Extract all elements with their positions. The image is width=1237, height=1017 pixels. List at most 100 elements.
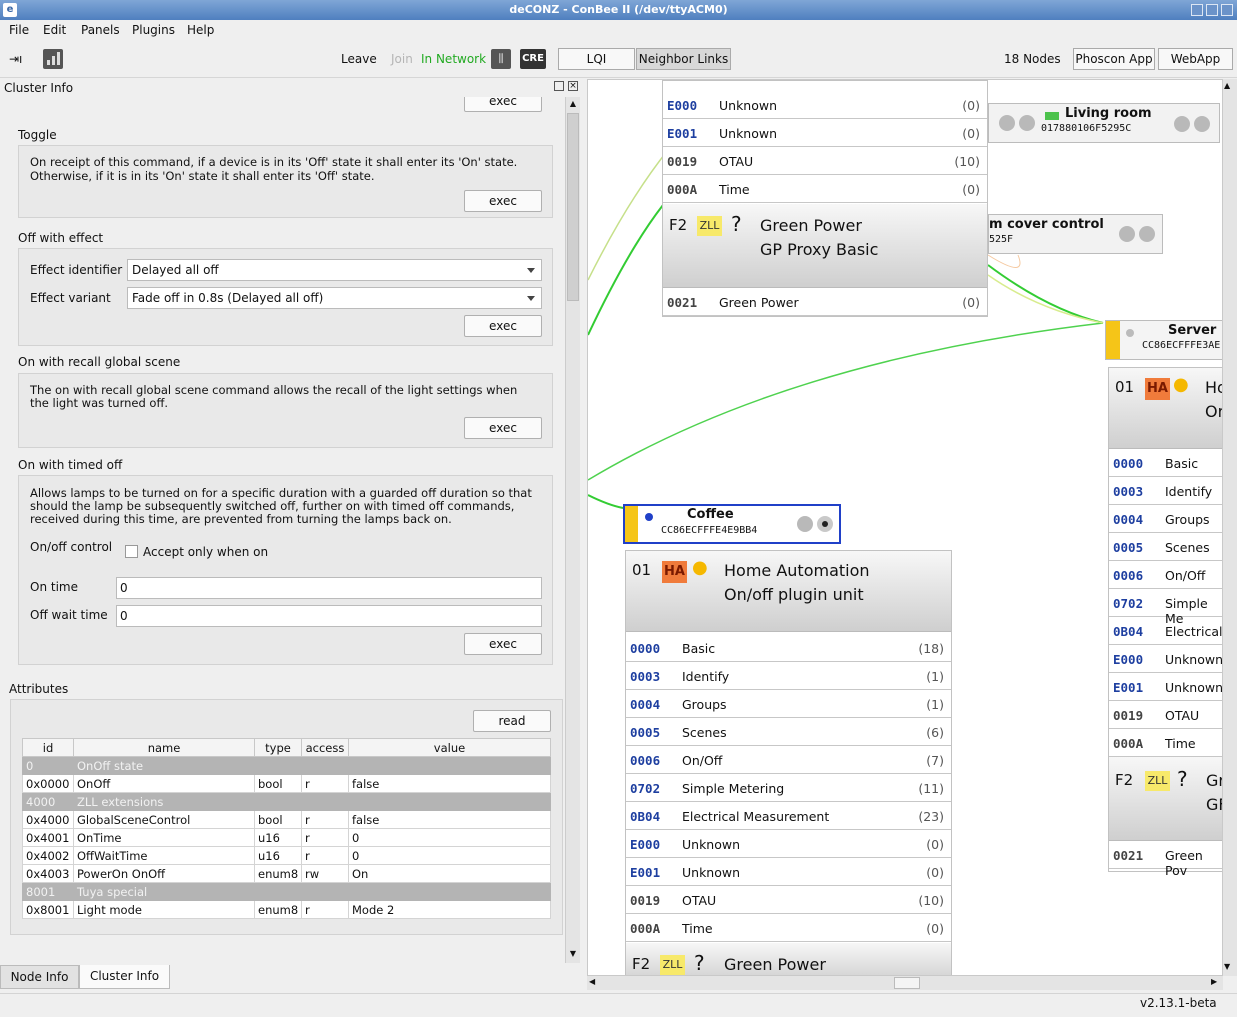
cluster-row[interactable]: E000 Unknown (0) [663,91,987,119]
panel-close-icon[interactable]: × [568,81,578,91]
menu-edit[interactable]: Edit [43,23,66,37]
cluster-row[interactable]: 0005 Scenes (6) [626,718,951,746]
coffee-gp-header[interactable]: F2 ZLL ? Green Power [626,943,951,975]
cluster-row[interactable]: 0003 Identify (1) [626,662,951,690]
table-group-row[interactable]: 4000 ZLL extensions [22,792,551,811]
cluster-row[interactable]: 0702 Simple Me [1109,589,1222,626]
scroll-right-icon[interactable]: ▶ [1211,977,1217,986]
cluster-row[interactable]: 0021 Green Pov [1109,841,1222,878]
neighbor-links-button[interactable]: Neighbor Links [636,48,731,70]
cluster-row[interactable]: 0006 On/Off [1109,561,1222,589]
node-cover-control[interactable]: m cover control 525F [988,214,1163,254]
sliders-icon[interactable]: ⫼ [491,49,511,69]
table-row[interactable]: 0x8001 Light mode enum8 r Mode 2 [22,900,551,919]
node-living-room[interactable]: Living room 017880106F5295C [988,103,1220,143]
cluster-row[interactable]: 0021 Green Power (0) [663,288,987,316]
lqi-button[interactable]: LQI [558,48,635,70]
col-name[interactable]: name [73,738,255,757]
menu-help[interactable]: Help [187,23,214,37]
cluster-row[interactable]: 0004 Groups [1109,505,1222,533]
table-row[interactable]: 0x4003 PowerOn OnOff enum8 rw On [22,864,551,883]
cluster-row[interactable]: E001 Unknown (0) [626,858,951,886]
table-group-row[interactable]: 8001 Tuya special [22,882,551,901]
cre-button[interactable]: CRE [520,49,546,69]
scroll-up-icon[interactable]: ▲ [1224,81,1230,90]
float-icon[interactable] [554,81,564,91]
maximize-icon[interactable] [1206,4,1218,16]
effect-id-select[interactable]: Delayed all off [127,259,542,281]
minimize-icon[interactable] [1191,4,1203,16]
table-row[interactable]: 0x0000 OnOff bool r false [22,774,551,793]
menu-panels[interactable]: Panels [81,23,120,37]
cell-name: Tuya special [73,882,551,901]
menu-file[interactable]: File [9,23,29,37]
cell-name: GlobalSceneControl [73,810,255,829]
server-gp-header[interactable]: F2 ZLL ? Gr GF [1109,757,1222,841]
node-coffee[interactable]: Coffee CC86ECFFFE4E9BB4 [623,504,841,544]
effect-variant-select[interactable]: Fade off in 0.8s (Delayed all off) [127,287,542,309]
cluster-row[interactable]: E000 Unknown (0) [626,830,951,858]
read-button[interactable]: read [473,710,551,732]
menu-plugins[interactable]: Plugins [132,23,175,37]
scroll-down-icon[interactable]: ▼ [567,949,579,961]
network-canvas[interactable]: E000 Unknown (0) E001 Unknown (0) 0019 OTAU (1… [587,79,1223,976]
scroll-thumb[interactable] [567,113,579,301]
webapp-button[interactable]: WebApp [1158,48,1233,70]
table-group-row[interactable]: 0 OnOff state [22,756,551,775]
canvas-hscroll[interactable]: ◀ ▶ [587,976,1223,990]
cluster-row[interactable]: 0006 On/Off (7) [626,746,951,774]
phoscon-app-button[interactable]: Phoscon App [1073,48,1155,70]
cluster-row[interactable]: 0003 Identify [1109,477,1222,505]
cluster-row[interactable]: 0B04 Electrical [1109,617,1222,645]
exec-button-top[interactable]: exec [464,97,542,112]
cluster-row[interactable]: 0019 OTAU (10) [663,147,987,175]
off-wait-input[interactable]: 0 [116,605,542,627]
cluster-row[interactable]: 000A Time (0) [663,175,987,203]
cluster-row[interactable]: 0000 Basic (18) [626,634,951,662]
cluster-row[interactable]: 0005 Scenes [1109,533,1222,561]
col-value[interactable]: value [348,738,551,757]
scroll-up-icon[interactable]: ▲ [567,99,579,111]
server-endpoint-header[interactable]: 01 HA ● Ho Or [1109,368,1222,449]
on-time-input[interactable]: 0 [116,577,542,599]
scroll-left-icon[interactable]: ◀ [589,977,595,986]
table-row[interactable]: 0x4001 OnTime u16 r 0 [22,828,551,847]
join-button[interactable]: Join [391,52,413,66]
cluster-row[interactable]: E000 Unknown [1109,645,1222,673]
attributes-box: read id name type access value 0 OnOff st… [10,699,563,935]
close-icon[interactable] [1221,4,1233,16]
table-row[interactable]: 0x4000 GlobalSceneControl bool r false [22,810,551,829]
col-type[interactable]: type [254,738,302,757]
cluster-row[interactable]: E001 Unknown [1109,673,1222,701]
toggle-exec-button[interactable]: exec [464,190,542,212]
col-id[interactable]: id [22,738,74,757]
cluster-row[interactable]: E001 Unknown (0) [663,119,987,147]
tab-node-info[interactable]: Node Info [0,965,79,989]
accept-only-checkbox[interactable] [125,545,138,558]
app-icon[interactable]: e [3,3,17,17]
cluster-row[interactable]: 0019 OTAU [1109,701,1222,729]
timed-exec-button[interactable]: exec [464,633,542,655]
node-server[interactable]: Server CC86ECFFFE3AE [1105,320,1222,360]
panel-scrollbar[interactable]: ▲ ▼ [565,97,580,963]
gp-endpoint-header[interactable]: F2 ZLL ? Green Power GP Proxy Basic [663,204,987,288]
col-access[interactable]: access [301,738,349,757]
cluster-row[interactable]: 0702 Simple Metering (11) [626,774,951,802]
cluster-row[interactable]: 0019 OTAU (10) [626,886,951,914]
signal-icon[interactable] [43,49,63,69]
cluster-row[interactable]: 0000 Basic [1109,449,1222,477]
coffee-endpoint-header[interactable]: 01 HA ● Home Automation On/off plugin un… [626,551,951,632]
scroll-down-icon[interactable]: ▼ [1224,962,1230,971]
plug-icon[interactable]: ⇥ı [9,52,22,66]
off-effect-exec-button[interactable]: exec [464,315,542,337]
cluster-row[interactable]: 000A Time [1109,729,1222,757]
leave-button[interactable]: Leave [341,52,377,66]
cluster-row[interactable]: 0004 Groups (1) [626,690,951,718]
canvas-vscroll[interactable]: ▲ ▼ [1223,79,1237,976]
tab-cluster-info[interactable]: Cluster Info [79,965,170,989]
recall-exec-button[interactable]: exec [464,417,542,439]
cluster-row[interactable]: 0B04 Electrical Measurement (23) [626,802,951,830]
table-row[interactable]: 0x4002 OffWaitTime u16 r 0 [22,846,551,865]
cluster-row[interactable]: 000A Time (0) [626,914,951,942]
hscroll-thumb[interactable] [894,977,920,989]
